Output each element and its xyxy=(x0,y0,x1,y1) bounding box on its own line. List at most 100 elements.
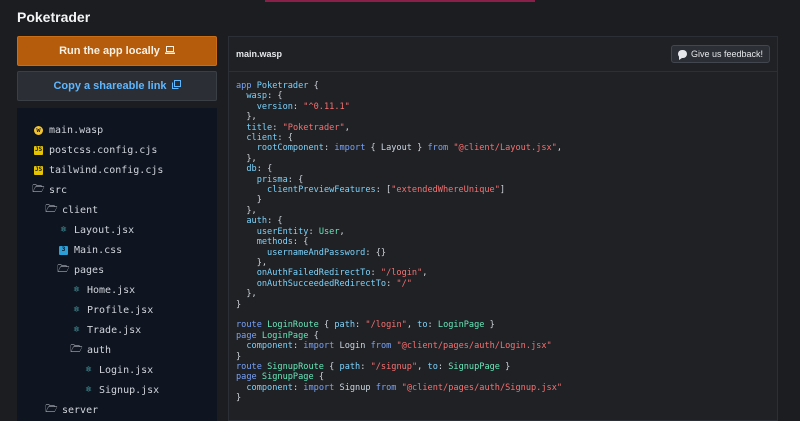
folder-item[interactable]: 🗁 server xyxy=(17,400,217,420)
laptop-icon xyxy=(164,45,175,57)
react-icon: ⚛ xyxy=(73,284,80,295)
code-content[interactable]: app Poketrader { wasp: { version: "^0.11… xyxy=(236,81,562,404)
top-accent-bar xyxy=(265,0,535,2)
code-token: to xyxy=(417,320,428,331)
file-name: Login.jsx xyxy=(99,364,154,376)
code-token: clientPreviewFeatures xyxy=(267,185,376,196)
file-name: main.wasp xyxy=(49,124,104,136)
run-locally-button[interactable]: Run the app locally xyxy=(17,36,217,66)
css-file-icon: 3 xyxy=(59,245,68,255)
file-name: tailwind.config.cjs xyxy=(49,164,164,176)
code-token: onAuthFailedRedirectTo xyxy=(256,268,371,279)
feedback-label: Give us feedback! xyxy=(690,49,763,59)
code-token: auth xyxy=(246,216,268,227)
code-token: "@client/pages/auth/Signup.jsx" xyxy=(401,382,563,393)
react-icon: ⚛ xyxy=(85,364,92,375)
js-file-icon: JS xyxy=(34,165,43,175)
wasp-icon: w xyxy=(34,125,43,135)
code-token: userEntity xyxy=(256,226,309,237)
code-token: to xyxy=(427,361,438,372)
file-tree-item[interactable]: JS tailwind.config.cjs xyxy=(17,160,217,180)
code-token: title xyxy=(246,122,273,133)
code-token: Poketrader xyxy=(256,81,309,91)
code-token: rootComponent xyxy=(256,143,324,154)
file-tree-item[interactable]: ⚛ Login.jsx xyxy=(17,360,217,380)
code-token: wasp xyxy=(246,91,268,102)
code-token: from xyxy=(375,382,397,393)
code-token: "^0.11.1" xyxy=(303,101,350,112)
js-file-icon: JS xyxy=(34,145,43,155)
editor-filename: main.wasp xyxy=(236,49,283,59)
file-name: Trade.jsx xyxy=(87,324,142,336)
folder-item[interactable]: 🗁 src xyxy=(17,180,217,200)
folder-open-icon: 🗁 xyxy=(32,184,45,195)
code-token: onAuthSucceededRedirectTo xyxy=(256,278,387,289)
file-tree-item[interactable]: 3 Main.css xyxy=(17,240,217,260)
code-token: "/login" xyxy=(380,268,423,279)
copy-icon xyxy=(171,80,181,92)
copy-link-label: Copy a shareable link xyxy=(53,80,167,92)
code-token: User xyxy=(318,226,340,237)
folder-item[interactable]: 🗁 pages xyxy=(17,260,217,280)
copy-shareable-link-button[interactable]: Copy a shareable link xyxy=(17,71,217,101)
code-token: "/signup" xyxy=(370,361,418,372)
code-token: SignupPage xyxy=(261,372,314,383)
file-name: Main.css xyxy=(74,244,123,256)
folder-name: pages xyxy=(74,264,105,276)
file-name: Home.jsx xyxy=(87,284,136,296)
run-locally-label: Run the app locally xyxy=(59,45,160,57)
code-token: route xyxy=(236,361,262,372)
folder-item[interactable]: 🗁 auth xyxy=(17,340,217,360)
react-icon: ⚛ xyxy=(73,304,80,315)
code-token: import xyxy=(303,382,335,393)
file-tree-item[interactable]: ⚛ Layout.jsx xyxy=(17,220,217,240)
code-token: prisma xyxy=(256,174,288,185)
code-token: SignupRoute xyxy=(267,361,324,372)
folder-item[interactable]: 🗁 client xyxy=(17,200,217,220)
file-tree-item[interactable]: ⚛ Signup.jsx xyxy=(17,380,217,400)
code-token: LoginPage xyxy=(261,330,309,341)
react-icon: ⚛ xyxy=(73,324,80,335)
code-token: app xyxy=(236,81,252,91)
file-tree-item[interactable]: ⚛ Profile.jsx xyxy=(17,300,217,320)
file-tree-item[interactable]: w main.wasp xyxy=(17,120,217,140)
code-token: component xyxy=(246,341,293,352)
code-token: version xyxy=(256,101,293,112)
code-token: "/" xyxy=(396,278,412,289)
code-token: "/login" xyxy=(365,320,407,331)
code-token: Signup xyxy=(339,382,371,393)
code-token: db xyxy=(246,164,257,175)
code-token: page xyxy=(236,372,257,383)
folder-name: auth xyxy=(87,344,112,356)
code-token: "extendedWhereUnique" xyxy=(391,185,500,196)
editor-header: main.wasp Give us feedback! xyxy=(229,37,777,72)
code-token: methods xyxy=(256,237,293,248)
file-tree: w main.wasp JS postcss.config.cjs JS tai… xyxy=(17,108,217,421)
app-title: Poketrader xyxy=(17,9,91,25)
code-token: LoginRoute xyxy=(267,320,319,331)
code-token: path xyxy=(334,320,356,331)
code-token: from xyxy=(427,143,449,154)
folder-name: client xyxy=(62,204,99,216)
code-token: SignupPage xyxy=(448,361,500,372)
folder-open-icon: 🗁 xyxy=(45,404,58,415)
code-token: from xyxy=(370,341,392,352)
folder-open-icon: 🗁 xyxy=(70,344,83,355)
code-token: route xyxy=(236,320,262,331)
code-token: Layout xyxy=(380,143,412,154)
file-tree-item[interactable]: JS postcss.config.cjs xyxy=(17,140,217,160)
code-token: import xyxy=(303,341,335,352)
folder-name: src xyxy=(49,184,68,196)
feedback-button[interactable]: Give us feedback! xyxy=(670,45,770,63)
file-tree-item[interactable]: ⚛ Trade.jsx xyxy=(17,320,217,340)
code-editor-panel: main.wasp Give us feedback! app Poketrad… xyxy=(228,36,778,421)
code-token: import xyxy=(334,143,366,154)
folder-open-icon: 🗁 xyxy=(57,264,70,275)
file-name: Layout.jsx xyxy=(74,224,135,236)
code-token: "@client/pages/auth/Login.jsx" xyxy=(396,341,552,352)
code-token: LoginPage xyxy=(437,320,485,331)
file-name: postcss.config.cjs xyxy=(49,144,158,156)
chat-bubble-icon xyxy=(677,50,687,60)
file-tree-item[interactable]: ⚛ Home.jsx xyxy=(17,280,217,300)
code-token: "@client/Layout.jsx" xyxy=(453,143,557,154)
